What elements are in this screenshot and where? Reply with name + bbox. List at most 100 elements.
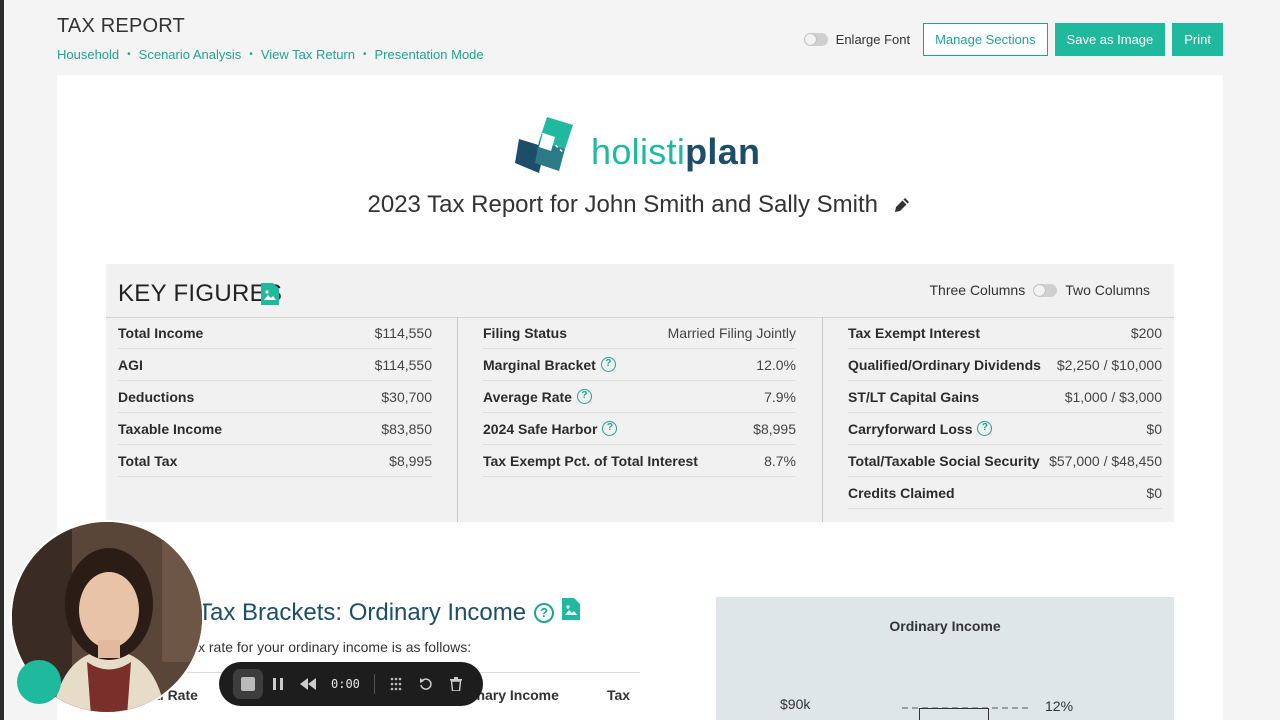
figure-label: 2024 Safe Harbor? <box>483 420 618 437</box>
breadcrumb-separator: • <box>249 49 253 60</box>
figure-value: $57,000 / $48,450 <box>1049 452 1162 469</box>
key-figures-column-1: Total Income $114,550 AGI $114,550 Deducti… <box>118 317 432 522</box>
help-icon[interactable]: ? <box>977 421 993 436</box>
figure-value: $114,550 <box>374 356 432 373</box>
figure-row: Filing Status Married Filing Jointly <box>483 317 796 349</box>
figure-value: $30,700 <box>381 388 432 405</box>
figure-row: Taxable Income $83,850 <box>118 413 432 445</box>
figure-value: 12.0% <box>756 356 796 373</box>
grip-icon <box>390 677 402 691</box>
figure-label: ST/LT Capital Gains <box>848 388 980 405</box>
chart-title: Ordinary Income <box>889 618 1001 634</box>
trash-icon <box>449 677 462 691</box>
figure-label: Filing Status <box>483 324 567 341</box>
manage-sections-button[interactable]: Manage Sections <box>923 23 1048 56</box>
figure-value: $8,995 <box>753 420 796 437</box>
figure-label-text: Marginal Bracket <box>483 356 596 373</box>
figure-label: Credits Claimed <box>848 484 955 501</box>
holistiplan-logo: holistiplan <box>515 111 775 181</box>
figure-label: Tax Exempt Interest <box>848 324 981 341</box>
save-as-image-button[interactable]: Save as Image <box>1054 23 1166 56</box>
figure-label: Total Tax <box>118 452 178 469</box>
page-title: TAX REPORT <box>57 15 185 37</box>
report-title-row: 2023 Tax Report for John Smith and Sally… <box>57 191 1223 220</box>
report-title: 2023 Tax Report for John Smith and Sally… <box>367 191 879 218</box>
column-divider <box>457 317 458 522</box>
figure-row: 2024 Safe Harbor? $8,995 <box>483 413 796 445</box>
help-icon[interactable]: ? <box>602 421 618 436</box>
columns-toggle-switch[interactable] <box>1033 283 1058 297</box>
figure-label: Qualified/Ordinary Dividends <box>848 356 1041 373</box>
export-image-icon[interactable] <box>562 598 581 627</box>
pause-icon <box>273 678 283 690</box>
breadcrumb-presentation-mode[interactable]: Presentation Mode <box>375 47 484 62</box>
help-icon[interactable]: ? <box>600 357 616 372</box>
figure-value: $0 <box>1146 484 1162 501</box>
breadcrumb-view-tax-return[interactable]: View Tax Return <box>261 47 355 62</box>
figure-label-text: 2024 Safe Harbor <box>483 420 598 437</box>
rewind-button[interactable] <box>293 669 323 699</box>
restart-button[interactable] <box>411 669 441 699</box>
key-figures-column-3: Tax Exempt Interest $200 Qualified/Ordina… <box>848 317 1162 522</box>
figure-label: Taxable Income <box>118 420 223 437</box>
edit-pencil-icon[interactable] <box>892 195 912 220</box>
logo-cube-icon <box>515 117 578 173</box>
figure-row: Qualified/Ordinary Dividends $2,250 / $10… <box>848 349 1162 381</box>
figure-row: Marginal Bracket? 12.0% <box>483 349 796 381</box>
stop-button[interactable] <box>233 669 263 699</box>
bracket-rate-label: 12% <box>1045 698 1074 714</box>
help-icon[interactable]: ? <box>576 389 592 404</box>
figure-label: Average Rate? <box>483 389 592 405</box>
restart-icon <box>419 678 432 690</box>
pause-button[interactable] <box>263 669 293 699</box>
tax-brackets-title: Tax Brackets: Ordinary Income ? <box>198 598 581 627</box>
page-header: TAX REPORT Household • Scenario Analysis… <box>57 0 1223 75</box>
key-figures-title: KEY FIGURES <box>118 280 283 307</box>
header-actions: Enlarge Font Manage Sections Save as Ima… <box>803 23 1223 56</box>
figure-label: Deductions <box>118 388 195 405</box>
figure-value: $0 <box>1146 420 1162 437</box>
three-columns-label: Three Columns <box>929 282 1026 298</box>
logo-wordmark-part1: holisti <box>591 131 686 172</box>
key-figures-section: KEY FIGURES Three Columns Two Columns To… <box>106 264 1174 522</box>
column-header-tax: Tax <box>607 687 631 703</box>
stop-icon <box>241 677 255 691</box>
export-image-icon[interactable] <box>261 283 279 310</box>
column-layout-toggle: Three Columns Two Columns <box>929 282 1150 298</box>
logo-wordmark-part2: plan <box>685 131 761 172</box>
figure-label: AGI <box>118 356 143 373</box>
breadcrumb: Household • Scenario Analysis • View Tax… <box>57 47 484 62</box>
print-button[interactable]: Print <box>1172 23 1223 56</box>
two-columns-label: Two Columns <box>1065 282 1150 298</box>
column-divider <box>822 317 823 522</box>
divider <box>373 674 375 694</box>
delete-button[interactable] <box>441 669 471 699</box>
figure-row: Total Income $114,550 <box>118 317 432 349</box>
tax-brackets-subtitle: x rate for your ordinary income is as fo… <box>198 639 472 655</box>
figure-label-text: Average Rate <box>483 388 572 405</box>
help-icon[interactable]: ? <box>534 602 555 623</box>
income-bar <box>919 708 989 720</box>
figure-value: 8.7% <box>764 452 796 469</box>
recording-control-bar: 0:00 <box>219 662 483 706</box>
enlarge-font-toggle[interactable] <box>803 33 828 46</box>
figure-value: $8,995 <box>389 452 432 469</box>
figure-value: $200 <box>1130 324 1162 341</box>
breadcrumb-separator: • <box>363 49 367 60</box>
figure-label: Tax Exempt Pct. of Total Interest <box>483 452 698 469</box>
figure-value: Married Filing Jointly <box>667 324 796 341</box>
figure-label: Marginal Bracket? <box>483 357 616 373</box>
breadcrumb-household[interactable]: Household <box>57 47 119 62</box>
figure-row: Tax Exempt Interest $200 <box>848 317 1162 349</box>
figure-value: 7.9% <box>764 388 796 405</box>
key-figures-column-2: Filing Status Married Filing Jointly Marg… <box>483 317 796 522</box>
chat-button[interactable] <box>17 660 61 704</box>
breadcrumb-scenario-analysis[interactable]: Scenario Analysis <box>139 47 242 62</box>
logo-wordmark: holistiplan <box>591 131 760 173</box>
recording-timer: 0:00 <box>331 677 360 691</box>
figure-row: Carryforward Loss? $0 <box>848 413 1162 445</box>
drag-handle[interactable] <box>381 669 411 699</box>
figure-label-text: Carryforward Loss <box>848 420 973 437</box>
breadcrumb-separator: • <box>127 49 131 60</box>
figure-value: $1,000 / $3,000 <box>1064 388 1162 405</box>
